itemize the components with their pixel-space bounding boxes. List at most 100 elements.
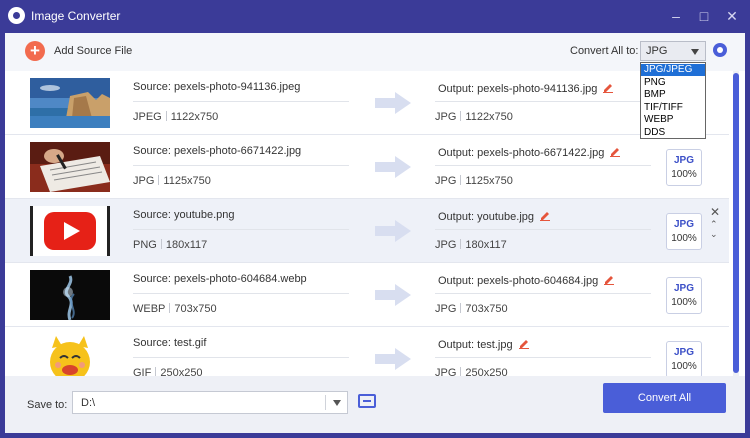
format-dropdown: JPG/JPEG PNG BMP TIF/TIFF WEBP DDS: [640, 62, 706, 139]
output-filename: Output: pexels-photo-6671422.jpg: [438, 147, 621, 159]
format-option[interactable]: TIF/TIFF: [641, 102, 705, 114]
plus-icon: +: [25, 41, 45, 61]
remove-icon[interactable]: ✕: [710, 205, 720, 219]
maximize-icon[interactable]: □: [692, 6, 716, 26]
app-window: Image Converter – □ ✕ + Add Source File …: [0, 0, 750, 438]
divider: [133, 293, 349, 294]
output-filename: Output: pexels-photo-604684.jpg: [438, 275, 615, 287]
minimize-icon[interactable]: –: [664, 6, 688, 26]
add-source-file-label: Add Source File: [54, 45, 133, 57]
app-title: Image Converter: [31, 9, 121, 23]
separator: [460, 111, 462, 121]
divider: [133, 229, 349, 230]
separator: [155, 367, 157, 376]
source-filename: Source: pexels-photo-941136.jpeg: [133, 81, 301, 93]
source-format: GIF: [133, 367, 152, 376]
separator: [165, 111, 167, 121]
divider: [133, 165, 349, 166]
format-option[interactable]: JPG/JPEG: [641, 64, 705, 76]
output-format-badge[interactable]: JPG 100%: [666, 341, 702, 376]
gear-icon[interactable]: [713, 43, 727, 57]
separator: [460, 303, 462, 313]
output-format: JPG: [435, 367, 457, 376]
badge-format: JPG: [673, 155, 694, 166]
file-row[interactable]: Source: pexels-photo-6671422.jpg JPG 1125x…: [5, 135, 729, 199]
title-bar: Image Converter – □ ✕: [0, 0, 750, 32]
edit-icon[interactable]: [518, 339, 529, 349]
file-thumbnail: [30, 334, 110, 376]
output-format: JPG: [435, 303, 457, 315]
caret-down-icon: [691, 49, 699, 55]
source-format: JPEG: [133, 111, 162, 123]
file-row[interactable]: Source: test.gif GIF 250x250 Output: test.j…: [5, 327, 729, 376]
convert-all-format-select[interactable]: JPG: [640, 41, 706, 61]
badge-quality: 100%: [671, 361, 697, 372]
edit-icon[interactable]: [610, 147, 621, 157]
save-path-value: D:\: [81, 397, 96, 409]
footer: Save to: D:\ Convert All: [5, 376, 745, 433]
output-format-badge[interactable]: JPG 100%: [666, 277, 702, 314]
output-filename-text: Output: pexels-photo-604684.jpg: [438, 275, 599, 287]
close-icon[interactable]: ✕: [720, 6, 744, 26]
divider: [133, 101, 349, 102]
scrollbar-thumb[interactable]: [733, 73, 739, 373]
badge-quality: 100%: [671, 297, 697, 308]
output-format-badge[interactable]: JPG 100%: [666, 149, 702, 186]
output-filename-text: Output: pexels-photo-6671422.jpg: [438, 147, 605, 159]
chevron-down-icon[interactable]: ⌄: [710, 229, 718, 240]
output-filename-text: Output: test.jpg: [438, 339, 513, 351]
file-list: Source: pexels-photo-941136.jpeg JPEG 1122…: [5, 71, 745, 376]
source-info: JPG 1125x750: [133, 175, 211, 187]
output-filename-text: Output: pexels-photo-941136.jpg: [438, 83, 598, 95]
save-path-select[interactable]: D:\: [72, 391, 348, 414]
file-row[interactable]: Source: pexels-photo-941136.jpeg JPEG 1122…: [5, 71, 729, 135]
source-info: JPEG 1122x750: [133, 111, 218, 123]
source-format: WEBP: [133, 303, 166, 315]
source-filename: Source: test.gif: [133, 337, 207, 349]
badge-quality: 100%: [671, 169, 697, 180]
divider: [435, 357, 651, 358]
format-select-value: JPG: [646, 45, 668, 57]
badge-format: JPG: [673, 219, 694, 230]
separator: [169, 303, 171, 313]
source-size: 1122x750: [170, 111, 219, 123]
format-option[interactable]: WEBP: [641, 114, 705, 126]
badge-format: JPG: [673, 283, 694, 294]
main-panel: + Add Source File Convert All to: JPG So…: [5, 33, 745, 433]
source-format: JPG: [133, 175, 155, 187]
output-size: 1125x750: [465, 175, 513, 187]
divider: [325, 395, 326, 410]
edit-icon[interactable]: [603, 83, 614, 93]
folder-icon[interactable]: [358, 394, 376, 408]
badge-format: JPG: [673, 347, 694, 358]
divider: [133, 357, 349, 358]
source-filename: Source: pexels-photo-6671422.jpg: [133, 145, 302, 157]
scrollbar[interactable]: [733, 71, 739, 376]
format-option[interactable]: DDS: [641, 127, 705, 139]
source-info: GIF 250x250: [133, 367, 203, 376]
output-size: 1122x750: [465, 111, 513, 123]
output-info: JPG 180x117: [435, 239, 507, 251]
file-thumbnail: [30, 270, 110, 320]
output-info: JPG 703x750: [435, 303, 508, 315]
separator: [460, 175, 462, 185]
output-info: JPG 1125x750: [435, 175, 513, 187]
source-info: WEBP 703x750: [133, 303, 217, 315]
separator: [158, 175, 160, 185]
file-row[interactable]: Source: youtube.png PNG 180x117 Output: you…: [5, 199, 729, 263]
format-option[interactable]: BMP: [641, 89, 705, 101]
arrow-right-icon: [375, 348, 411, 370]
source-size: 180x117: [165, 239, 208, 251]
output-filename: Output: pexels-photo-941136.jpg: [438, 83, 614, 95]
format-option[interactable]: PNG: [641, 77, 705, 89]
convert-all-button[interactable]: Convert All: [603, 383, 726, 413]
edit-icon[interactable]: [604, 275, 615, 285]
source-filename: Source: youtube.png: [133, 209, 235, 221]
edit-icon[interactable]: [540, 211, 551, 221]
output-format-badge[interactable]: JPG 100%: [666, 213, 702, 250]
app-logo-icon: [8, 7, 25, 24]
file-row[interactable]: Source: pexels-photo-604684.webp WEBP 703x…: [5, 263, 729, 327]
divider: [435, 293, 651, 294]
arrow-right-icon: [375, 284, 411, 306]
output-info: JPG 1122x750: [435, 111, 513, 123]
